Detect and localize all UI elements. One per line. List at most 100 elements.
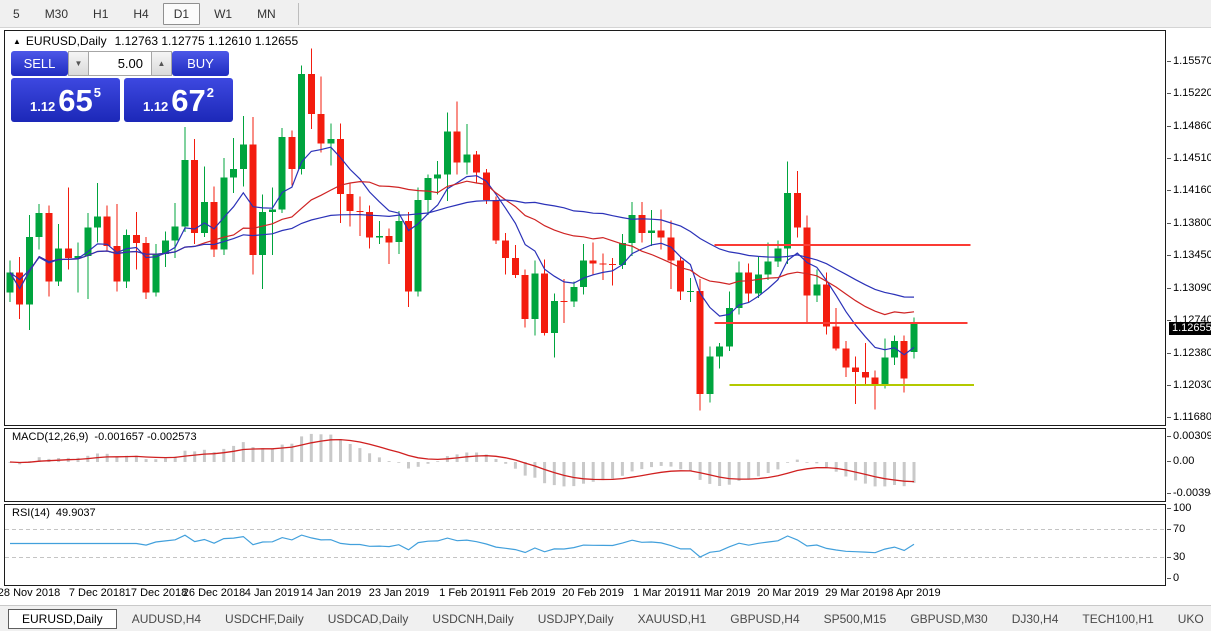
sell-price-button[interactable]: 1.12 65 5 <box>11 78 120 122</box>
chart-tab-gbpusd[interactable]: GBPUSD,M30 <box>899 609 998 629</box>
candle-body <box>94 216 101 228</box>
macd-label: MACD(12,26,9) -0.001657 -0.002573 <box>12 431 197 443</box>
rsi-axis-label: 30 <box>1166 551 1186 563</box>
candle-body <box>385 235 393 243</box>
timeframe-button-mn[interactable]: MN <box>246 3 287 25</box>
candle-body <box>123 235 131 282</box>
date-axis-label: 7 Dec 2018 <box>68 587 126 599</box>
macd-histogram-bar <box>280 444 284 462</box>
macd-histogram-bar <box>222 448 226 462</box>
price-axis: 1.15570 1.15220 1.14860 1.14510 1.14160 1.138… <box>1166 30 1211 604</box>
macd-histogram-bar <box>115 456 119 462</box>
chart-tab-uko[interactable]: UKO <box>1167 609 1211 629</box>
candle-body <box>541 273 549 333</box>
price-axis-label: 1.15220 <box>1167 87 1211 99</box>
price-axis-label: 1.14510 <box>1167 152 1211 164</box>
rsi-axis-label: 100 <box>1166 502 1192 514</box>
date-axis-label: 1 Mar 2019 <box>633 587 689 599</box>
macd-histogram-bar <box>348 444 352 462</box>
macd-histogram-bar <box>582 462 585 484</box>
macd-histogram-bar <box>407 462 410 469</box>
macd-histogram-bar <box>397 462 401 463</box>
rsi-axis-label: 70 <box>1166 523 1186 535</box>
macd-indicator-values: -0.001657 -0.002573 <box>94 431 197 443</box>
candle-body <box>764 261 772 275</box>
chart-tab-sp500[interactable]: SP500,M15 <box>813 609 898 629</box>
timeframe-button-m30[interactable]: M30 <box>34 3 79 25</box>
chart-tab-audusd[interactable]: AUDUSD,H4 <box>121 609 212 629</box>
macd-histogram-bar <box>756 462 760 477</box>
chart-tab-dj30[interactable]: DJ30,H4 <box>1001 609 1070 629</box>
chart-tab-xauusd[interactable]: XAUUSD,H1 <box>627 609 718 629</box>
macd-histogram-bar <box>300 436 304 462</box>
macd-histogram-bar <box>270 448 274 462</box>
macd-histogram-bar <box>241 442 245 462</box>
date-axis-label: 20 Mar 2019 <box>757 587 819 599</box>
date-axis-label: 11 Mar 2019 <box>689 587 751 599</box>
candle-body <box>317 114 325 144</box>
candle-body <box>754 274 762 294</box>
macd-histogram-bar <box>319 434 323 462</box>
volume-decrease-button[interactable]: ▼ <box>68 51 89 76</box>
macd-indicator-name: MACD(12,26,9) <box>12 431 89 443</box>
chart-tab-usdchf[interactable]: USDCHF,Daily <box>214 609 315 629</box>
candle-body <box>677 260 685 292</box>
candle-body <box>152 254 160 293</box>
volume-increase-button[interactable]: ▲ <box>151 51 172 76</box>
sell-button[interactable]: SELL <box>11 51 68 76</box>
price-axis-label: 1.13090 <box>1167 282 1211 294</box>
macd-histogram-bar <box>786 462 790 463</box>
chart-tab-usdjpy[interactable]: USDJPY,Daily <box>527 609 625 629</box>
buy-button[interactable]: BUY <box>172 51 229 76</box>
chart-tab-usdcad[interactable]: USDCAD,Daily <box>317 609 420 629</box>
candle-body <box>900 341 908 379</box>
chart-tab-gbpusd[interactable]: GBPUSD,H4 <box>719 609 810 629</box>
candle-body <box>453 131 461 163</box>
timeframe-button-h4[interactable]: H4 <box>122 3 159 25</box>
timeframe-button-h1[interactable]: H1 <box>82 3 119 25</box>
timeframe-button-w1[interactable]: W1 <box>203 3 243 25</box>
collapse-triangle-icon[interactable]: ▲ <box>13 37 21 46</box>
timeframe-button-5[interactable]: 5 <box>2 3 31 25</box>
date-axis-label: 23 Jan 2019 <box>368 587 430 599</box>
main-chart-panel: ▲ EURUSD,Daily 1.12763 1.12775 1.12610 1… <box>4 30 1166 426</box>
candle-body <box>443 131 451 175</box>
buy-price-button[interactable]: 1.12 67 2 <box>124 78 233 122</box>
candle-body <box>502 240 510 258</box>
rsi-label: RSI(14) 49.9037 <box>12 507 96 519</box>
volume-input[interactable] <box>89 51 151 76</box>
candle-body <box>686 290 694 292</box>
candle-body <box>132 235 140 244</box>
chart-tab-usdcnh[interactable]: USDCNH,Daily <box>421 609 524 629</box>
candle-body <box>657 230 665 238</box>
candle-body <box>268 209 276 212</box>
candle-body <box>405 221 412 292</box>
current-price-tag: 1.12655 <box>1169 322 1211 335</box>
macd-panel: MACD(12,26,9) -0.001657 -0.002573 <box>4 428 1166 502</box>
date-axis-label: 8 Apr 2019 <box>887 587 941 599</box>
macd-histogram-bar <box>494 459 498 462</box>
candle-body <box>463 154 471 163</box>
candle-body <box>881 357 889 386</box>
macd-histogram-bar <box>387 461 391 462</box>
candle-body <box>103 216 111 246</box>
macd-histogram-bar <box>669 462 673 467</box>
candle-body <box>531 273 539 320</box>
rsi-indicator-name: RSI(14) <box>12 507 50 519</box>
macd-histogram-bar <box>261 448 265 462</box>
macd-histogram-bar <box>795 459 799 462</box>
chart-tab-eurusd[interactable]: EURUSD,Daily <box>8 608 117 629</box>
timeframe-button-d1[interactable]: D1 <box>162 2 201 25</box>
macd-histogram-bar <box>902 462 906 487</box>
price-axis-label: 1.12380 <box>1167 347 1211 359</box>
candle-body <box>784 192 792 249</box>
macd-histogram-bar <box>202 449 206 462</box>
price-axis-label: 1.12030 <box>1167 379 1211 391</box>
price-axis-label: 1.11680 <box>1167 411 1211 423</box>
candle-body <box>395 221 403 243</box>
candle-body <box>45 213 53 282</box>
candle-body <box>307 73 315 115</box>
macd-histogram-bar <box>232 445 236 462</box>
macd-histogram-bar <box>426 462 430 464</box>
chart-tab-tech100[interactable]: TECH100,H1 <box>1071 609 1164 629</box>
